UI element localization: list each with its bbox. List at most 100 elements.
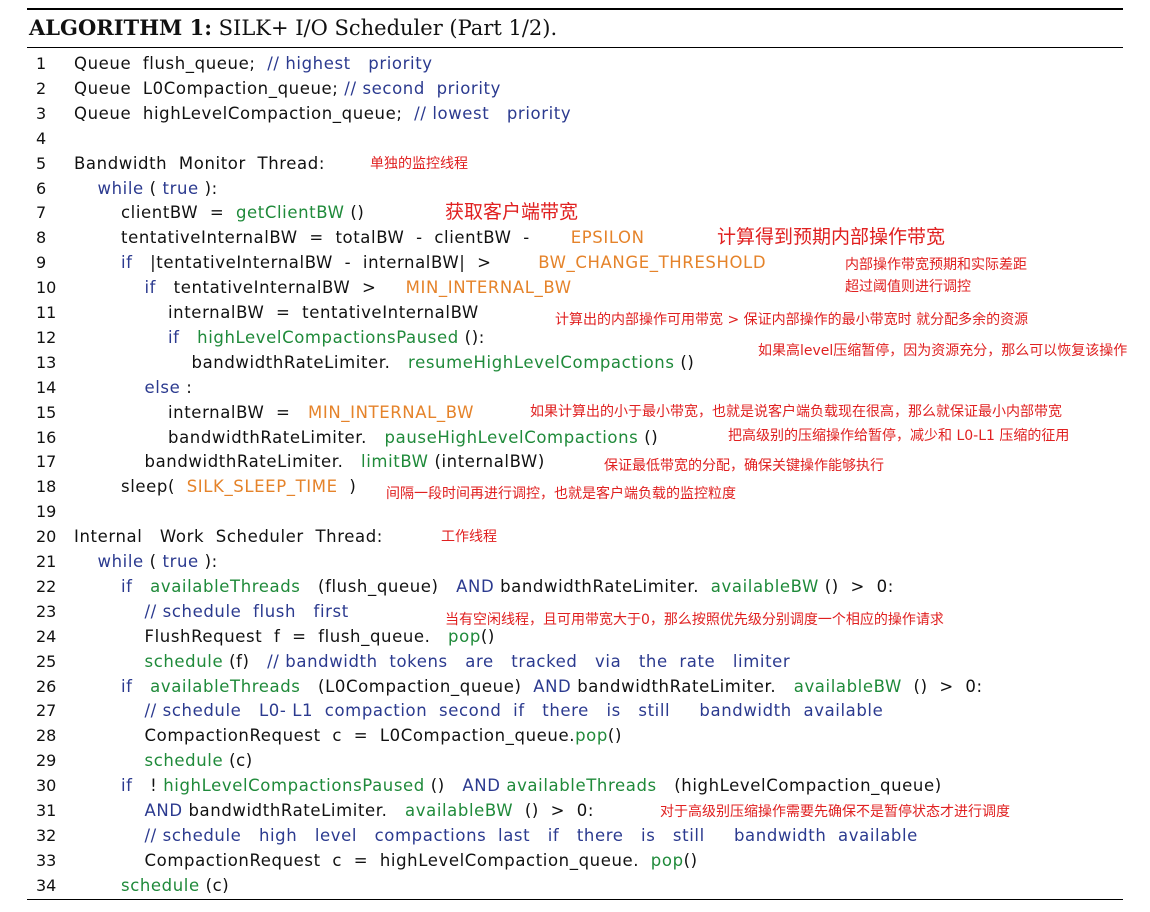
code-text: internalBW = tentativeInternalBW <box>168 300 479 325</box>
function-name: pop <box>650 850 684 870</box>
bottom-rule <box>27 899 1123 900</box>
function-name: availableThreads <box>150 676 301 696</box>
annotation-work-thread: 工作线程 <box>441 529 497 545</box>
code-token: () > 0: <box>818 576 894 596</box>
code-token: (internalBW) <box>428 452 545 472</box>
line-number: 29 <box>36 751 57 771</box>
code-token: () <box>683 850 698 870</box>
annotation-bw-gap: 内部操作带宽预期和实际差距 <box>845 257 1027 273</box>
code-text: AND bandwidthRateLimiter. availableBW ()… <box>145 798 594 823</box>
code-token: (c) <box>199 875 230 895</box>
code-text: internalBW = MIN_INTERNAL_BW <box>168 400 474 425</box>
line-number: 19 <box>36 502 57 522</box>
line-number: 3 <box>36 103 47 123</box>
function-name: availableThreads <box>150 576 301 596</box>
code-token: Bandwidth Monitor Thread: <box>74 153 325 173</box>
code-token: () <box>344 203 365 223</box>
algorithm-caption: SILK+ I/O Scheduler (Part 1/2). <box>218 16 558 40</box>
algorithm-title: ALGORITHM 1: SILK+ I/O Scheduler (Part 1… <box>29 15 557 40</box>
keyword: if <box>144 278 157 298</box>
line-number: 11 <box>36 303 57 322</box>
function-name: schedule <box>144 751 224 771</box>
annotation-limit: 保证最低带宽的分配，确保关键操作能够执行 <box>604 458 884 474</box>
code-token: tentativeInternalBW = totalBW - clientBW… <box>121 228 571 248</box>
code-text: bandwidthRateLimiter. limitBW (internalB… <box>145 449 545 474</box>
comment: // bandwidth tokens are tracked via the … <box>267 651 791 671</box>
line-number: 23 <box>36 601 57 621</box>
annotation-priority: 当有空闲线程，且可用带宽大于0，那么按照优先级分别调度一个相应的操作请求 <box>445 612 944 628</box>
line-number: 1 <box>36 54 47 73</box>
code-text: Queue highLevelCompaction_queue; // lowe… <box>74 101 571 126</box>
line-number: 30 <box>36 776 57 796</box>
line-number: 20 <box>36 527 57 547</box>
annotation-resume: 如果高level压缩暂停，因为资源充分，那么可以恢复该操作 <box>758 343 1128 359</box>
code-token: bandwidthRateLimiter. <box>144 452 362 472</box>
code-token: tentativeInternalBW > <box>156 278 406 298</box>
annotation-threshold: 超过阈值则进行调控 <box>845 279 971 295</box>
code-text: if |tentativeInternalBW - internalBW| > … <box>121 250 766 275</box>
code-token: ): <box>198 552 218 571</box>
code-text: bandwidthRateLimiter. pauseHighLevelComp… <box>168 425 658 450</box>
function-name: schedule <box>121 875 200 895</box>
line-number: 9 <box>36 253 47 273</box>
code-text: Queue flush_queue; // highest priority <box>74 51 433 76</box>
code-token: bandwidthRateLimiter. <box>494 576 711 596</box>
code-text: FlushRequest f = flush_queue. pop() <box>145 624 495 649</box>
line-number: 13 <box>36 352 57 372</box>
comment: // schedule L0- L1 compaction second if … <box>144 701 884 721</box>
code-token: bandwidthRateLimiter. <box>571 676 794 696</box>
code-token: () > 0: <box>513 801 594 820</box>
line-number: 10 <box>36 278 57 298</box>
code-text: if highLevelCompactionsPaused (): <box>168 325 485 350</box>
line-number: 34 <box>36 875 57 895</box>
function-name: availableBW <box>793 676 902 696</box>
code-text: // schedule flush first <box>145 599 349 624</box>
line-number: 28 <box>36 726 57 746</box>
code-text: if availableThreads (L0Compaction_queue)… <box>121 674 983 699</box>
code-text: schedule (c) <box>121 873 229 898</box>
line-number: 6 <box>36 178 47 198</box>
code-token: () <box>424 776 463 796</box>
annotation-allocate-extra: 计算出的内部操作可用带宽 > 保证内部操作的最小带宽时 就分配多余的资源 <box>555 312 1029 328</box>
code-token: clientBW = <box>121 203 236 223</box>
code-token: FlushRequest f = flush_queue. <box>144 626 449 646</box>
code-token: sleep( <box>121 477 187 497</box>
function-name: pauseHighLevelCompactions <box>384 427 639 447</box>
comment: // lowest priority <box>414 103 572 123</box>
code-token: ( <box>143 178 163 198</box>
code-token: CompactionRequest c = highLevelCompactio… <box>144 850 651 870</box>
line-number: 12 <box>36 327 57 347</box>
code-token: ! <box>132 776 164 796</box>
line-number: 5 <box>36 153 47 173</box>
code-text: if availableThreads (flush_queue) AND ba… <box>121 574 894 599</box>
line-number: 24 <box>36 626 57 646</box>
keyword: true <box>162 552 199 571</box>
keyword: AND <box>456 576 495 596</box>
annotation-sleep: 间隔一段时间再进行调控，也就是客户端负载的监控粒度 <box>386 486 736 502</box>
code-token: bandwidthRateLimiter. <box>191 352 409 372</box>
code-token: (): <box>458 327 485 347</box>
code-token: |tentativeInternalBW - internalBW| > <box>132 253 539 273</box>
line-number: 32 <box>36 825 57 845</box>
code-token: ): <box>198 178 218 198</box>
constant: MIN_INTERNAL_BW <box>308 402 475 422</box>
annotation-client-bw: 获取客户端带宽 <box>445 201 579 223</box>
algorithm-page: ALGORITHM 1: SILK+ I/O Scheduler (Part 1… <box>0 0 1150 912</box>
comment: // schedule flush first <box>144 601 349 621</box>
code-text: Queue L0Compaction_queue; // second prio… <box>74 76 501 101</box>
comment: // highest priority <box>267 54 433 73</box>
code-token: ) <box>337 477 357 497</box>
function-name: availableBW <box>710 576 819 596</box>
line-number: 8 <box>36 228 47 248</box>
line-number: 4 <box>36 128 47 148</box>
keyword: if <box>121 576 133 596</box>
code-text: else : <box>145 375 193 400</box>
code-text: CompactionRequest c = highLevelCompactio… <box>145 848 698 873</box>
line-number: 7 <box>36 203 47 223</box>
code-token: (flush_queue) <box>300 576 457 596</box>
code-text: tentativeInternalBW = totalBW - clientBW… <box>121 225 645 250</box>
function-name: getClientBW <box>235 203 345 223</box>
function-name: availableThreads <box>506 776 657 796</box>
